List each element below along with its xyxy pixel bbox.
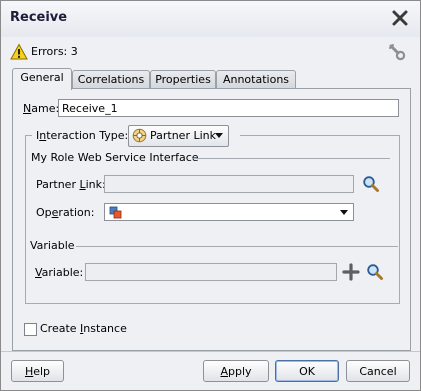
tab-correlations-label: Correlations: [77, 73, 145, 86]
general-tab-panel: Name: Interaction Type: Partner Link: [12, 88, 411, 351]
my-role-separator: [192, 158, 390, 159]
help-button[interactable]: Help: [11, 360, 64, 382]
operation-dropdown[interactable]: [104, 203, 354, 221]
partner-link-field[interactable]: [104, 175, 354, 193]
search-icon[interactable]: [362, 175, 380, 193]
ok-button[interactable]: OK: [275, 360, 339, 382]
tab-general[interactable]: General: [12, 68, 72, 90]
errors-label: Errors: 3: [31, 45, 78, 58]
tab-correlations[interactable]: Correlations: [72, 70, 150, 89]
title-bar: Receive: [1, 1, 420, 37]
close-icon[interactable]: [391, 9, 409, 27]
tab-annotations[interactable]: Annotations: [216, 70, 296, 89]
interaction-type-legend: Interaction Type: Partner Link: [32, 125, 240, 147]
warning-icon: [10, 43, 28, 60]
cancel-button[interactable]: Cancel: [346, 360, 410, 382]
wrench-icon[interactable]: [388, 43, 406, 61]
operation-label: Operation:: [36, 206, 95, 219]
chevron-down-icon: [215, 133, 223, 138]
plus-icon[interactable]: [342, 263, 360, 281]
partner-link-icon: [132, 128, 147, 143]
name-field[interactable]: [58, 99, 399, 117]
name-label: Name:: [23, 102, 60, 115]
tab-general-label: General: [20, 71, 64, 84]
variable-field[interactable]: [85, 263, 337, 281]
footer-divider: [1, 351, 420, 352]
variable-separator: [76, 246, 398, 247]
chevron-down-icon: [340, 210, 348, 215]
partner-link-label: Partner Link:: [36, 178, 106, 191]
operation-icon: [109, 206, 122, 219]
receive-dialog: Receive Errors: 3 General Correlations P…: [0, 0, 421, 391]
interaction-type-dropdown[interactable]: Partner Link: [128, 125, 229, 147]
create-instance-label: Create Instance: [40, 322, 127, 335]
search-icon[interactable]: [366, 263, 384, 281]
tab-properties[interactable]: Properties: [150, 70, 216, 89]
variable-field-label: Variable:: [35, 266, 84, 279]
interaction-type-label: Interaction Type:: [36, 129, 129, 142]
tab-annotations-label: Annotations: [222, 73, 290, 86]
interaction-type-value: Partner Link: [150, 129, 216, 142]
apply-button[interactable]: Apply: [203, 360, 269, 382]
window-title: Receive: [10, 10, 68, 25]
tab-properties-label: Properties: [155, 73, 211, 86]
create-instance-checkbox[interactable]: [24, 323, 37, 336]
my-role-section-label: My Role Web Service Interface: [31, 151, 199, 164]
variable-section-title: Variable: [30, 239, 75, 252]
